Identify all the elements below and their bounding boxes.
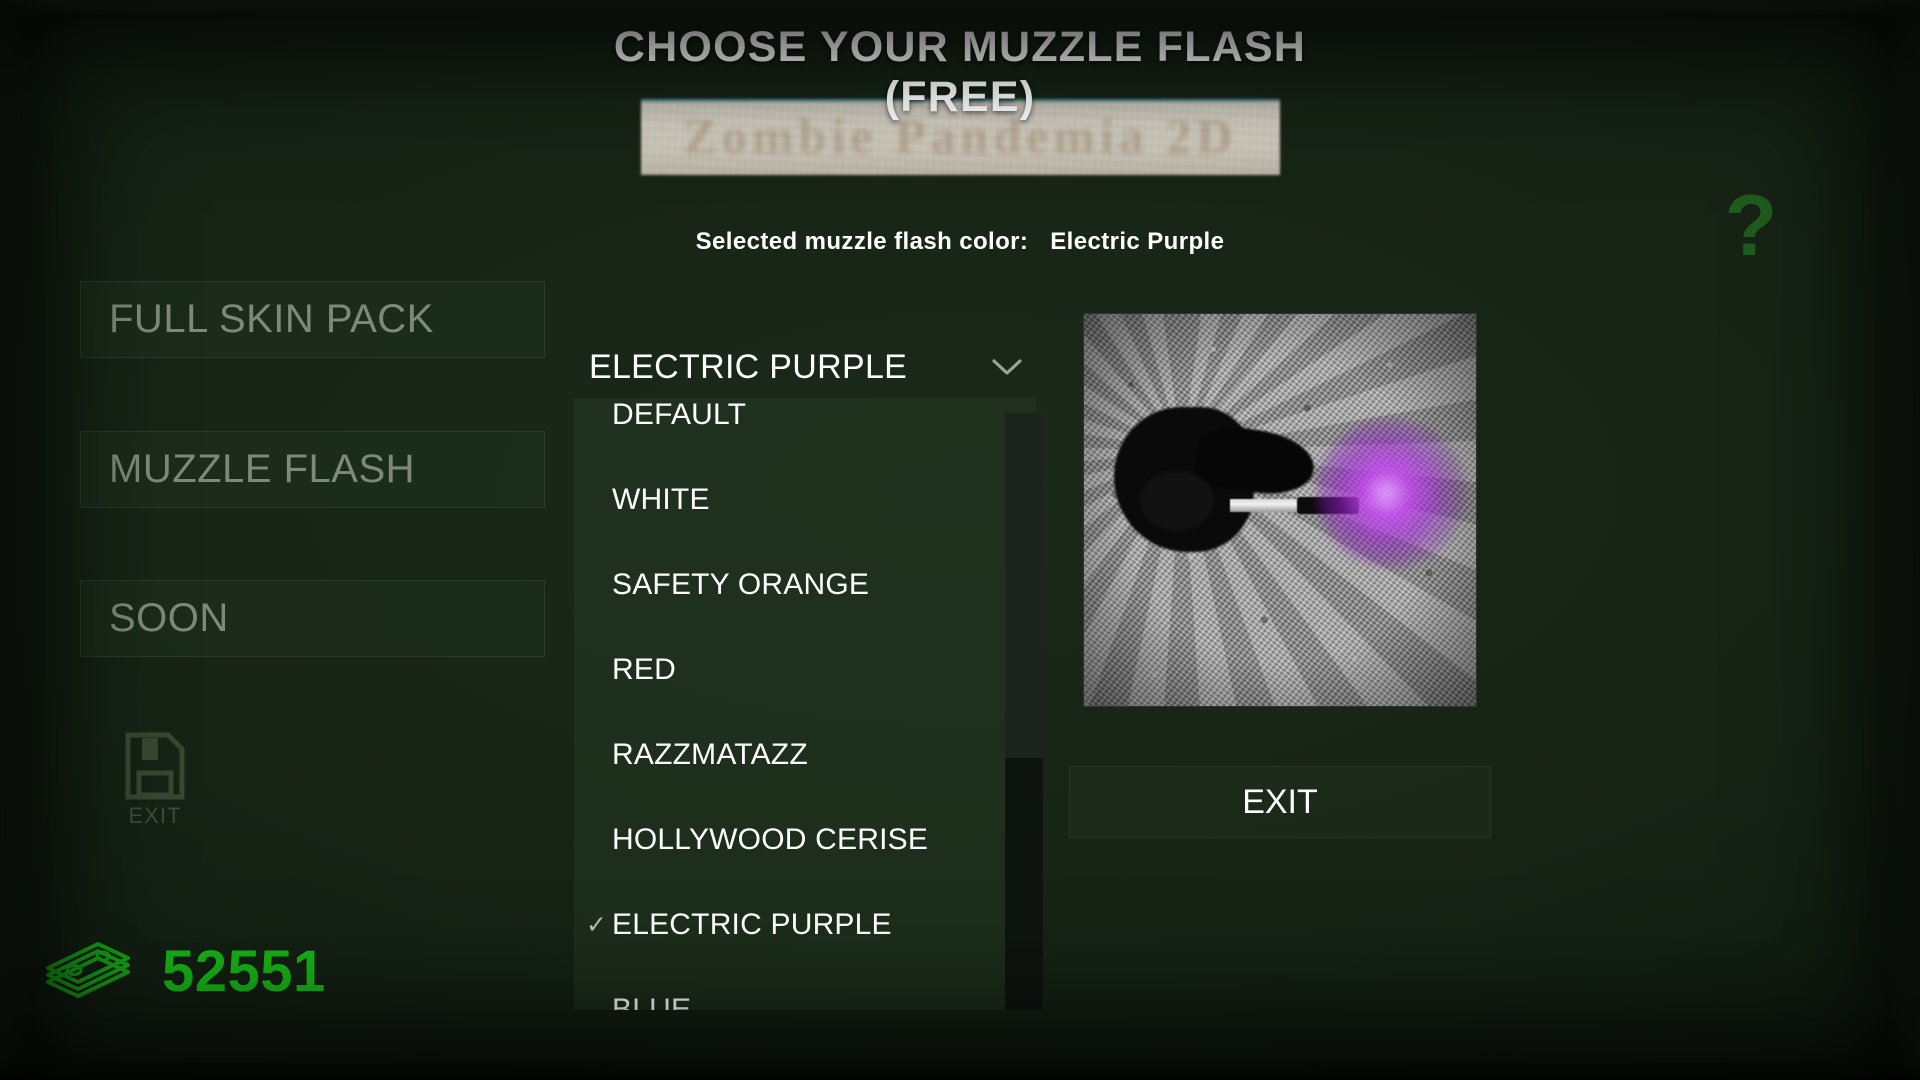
- save-and-exit-button[interactable]: EXIT: [100, 731, 210, 836]
- screen-edge-right: [1888, 0, 1920, 1080]
- exit-button[interactable]: EXIT: [1069, 766, 1491, 838]
- page-title: CHOOSE YOUR MUZZLE FLASH (FREE): [0, 22, 1920, 123]
- muzzle-flash-color-selected-value: ELECTRIC PURPLE: [589, 347, 908, 386]
- dropdown-option[interactable]: WHITE: [574, 457, 1036, 542]
- sidebar-item-label: SOON: [109, 596, 229, 640]
- screen-edge-top: [0, 0, 1920, 16]
- page-title-line-1: CHOOSE YOUR MUZZLE FLASH: [613, 23, 1307, 71]
- dropdown-option-label: DEFAULT: [612, 398, 747, 431]
- dropdown-scrollbar-thumb[interactable]: [1005, 413, 1043, 758]
- muzzle-flash-color-select[interactable]: ELECTRIC PURPLE: [574, 338, 1036, 396]
- preview-vignette: [1084, 314, 1476, 706]
- selected-color-value: Electric Purple: [1050, 228, 1225, 255]
- money-counter: 52551: [44, 935, 326, 1007]
- dropdown-option[interactable]: RAZZMATAZZ: [574, 712, 1036, 797]
- game-screen: CHOOSE YOUR MUZZLE FLASH (FREE) Zombie P…: [0, 0, 1920, 1080]
- dropdown-scrollbar[interactable]: [1005, 413, 1043, 1010]
- money-stack-icon: [46, 942, 130, 998]
- screen-edge-bottom: [0, 1062, 1920, 1080]
- selected-color-status: Selected muzzle flash color: Electric Pur…: [0, 228, 1920, 256]
- sidebar-item-soon[interactable]: SOON: [80, 580, 545, 657]
- dropdown-option-label: ELECTRIC PURPLE: [612, 907, 892, 941]
- dropdown-option-label: BLUE: [612, 992, 692, 1011]
- check-icon: ✓: [586, 910, 608, 939]
- money-value: 52551: [162, 938, 326, 1004]
- dropdown-option[interactable]: DEFAULT: [574, 398, 1036, 457]
- muzzle-flash-color-option-list[interactable]: DEFAULT WHITE SAFETY ORANGE RED RAZZMATAZZ HO…: [574, 398, 1036, 1010]
- dropdown-option-label: HOLLYWOOD CERISE: [612, 822, 929, 856]
- dropdown-option-label: SAFETY ORANGE: [612, 567, 870, 601]
- save-exit-label: EXIT: [128, 803, 182, 828]
- selected-color-label: Selected muzzle flash color:: [695, 228, 1029, 255]
- sidebar-item-label: FULL SKIN PACK: [109, 297, 434, 341]
- sidebar-item-full-skin-pack[interactable]: FULL SKIN PACK: [80, 281, 545, 358]
- exit-button-label: EXIT: [1242, 782, 1318, 821]
- help-question-icon[interactable]: ?: [1716, 182, 1786, 272]
- dropdown-option-label: WHITE: [612, 482, 710, 516]
- dropdown-option[interactable]: RED: [574, 627, 1036, 712]
- screen-edge-left: [0, 0, 30, 1080]
- dropdown-option[interactable]: ✓ ELECTRIC PURPLE: [574, 882, 1036, 967]
- floppy-disk-icon: [125, 732, 185, 800]
- dropdown-option[interactable]: BLUE: [574, 967, 1036, 1011]
- dropdown-option[interactable]: HOLLYWOOD CERISE: [574, 797, 1036, 882]
- dropdown-option-label: RAZZMATAZZ: [612, 737, 808, 771]
- sidebar-item-label: MUZZLE FLASH: [109, 447, 416, 491]
- sidebar-item-muzzle-flash[interactable]: MUZZLE FLASH: [80, 431, 545, 508]
- chevron-down-icon: [992, 358, 1036, 376]
- dropdown-option[interactable]: SAFETY ORANGE: [574, 542, 1036, 627]
- muzzle-flash-preview-image: [1083, 313, 1477, 707]
- page-title-line-2: (FREE): [884, 73, 1036, 122]
- dropdown-option-label: RED: [612, 652, 676, 686]
